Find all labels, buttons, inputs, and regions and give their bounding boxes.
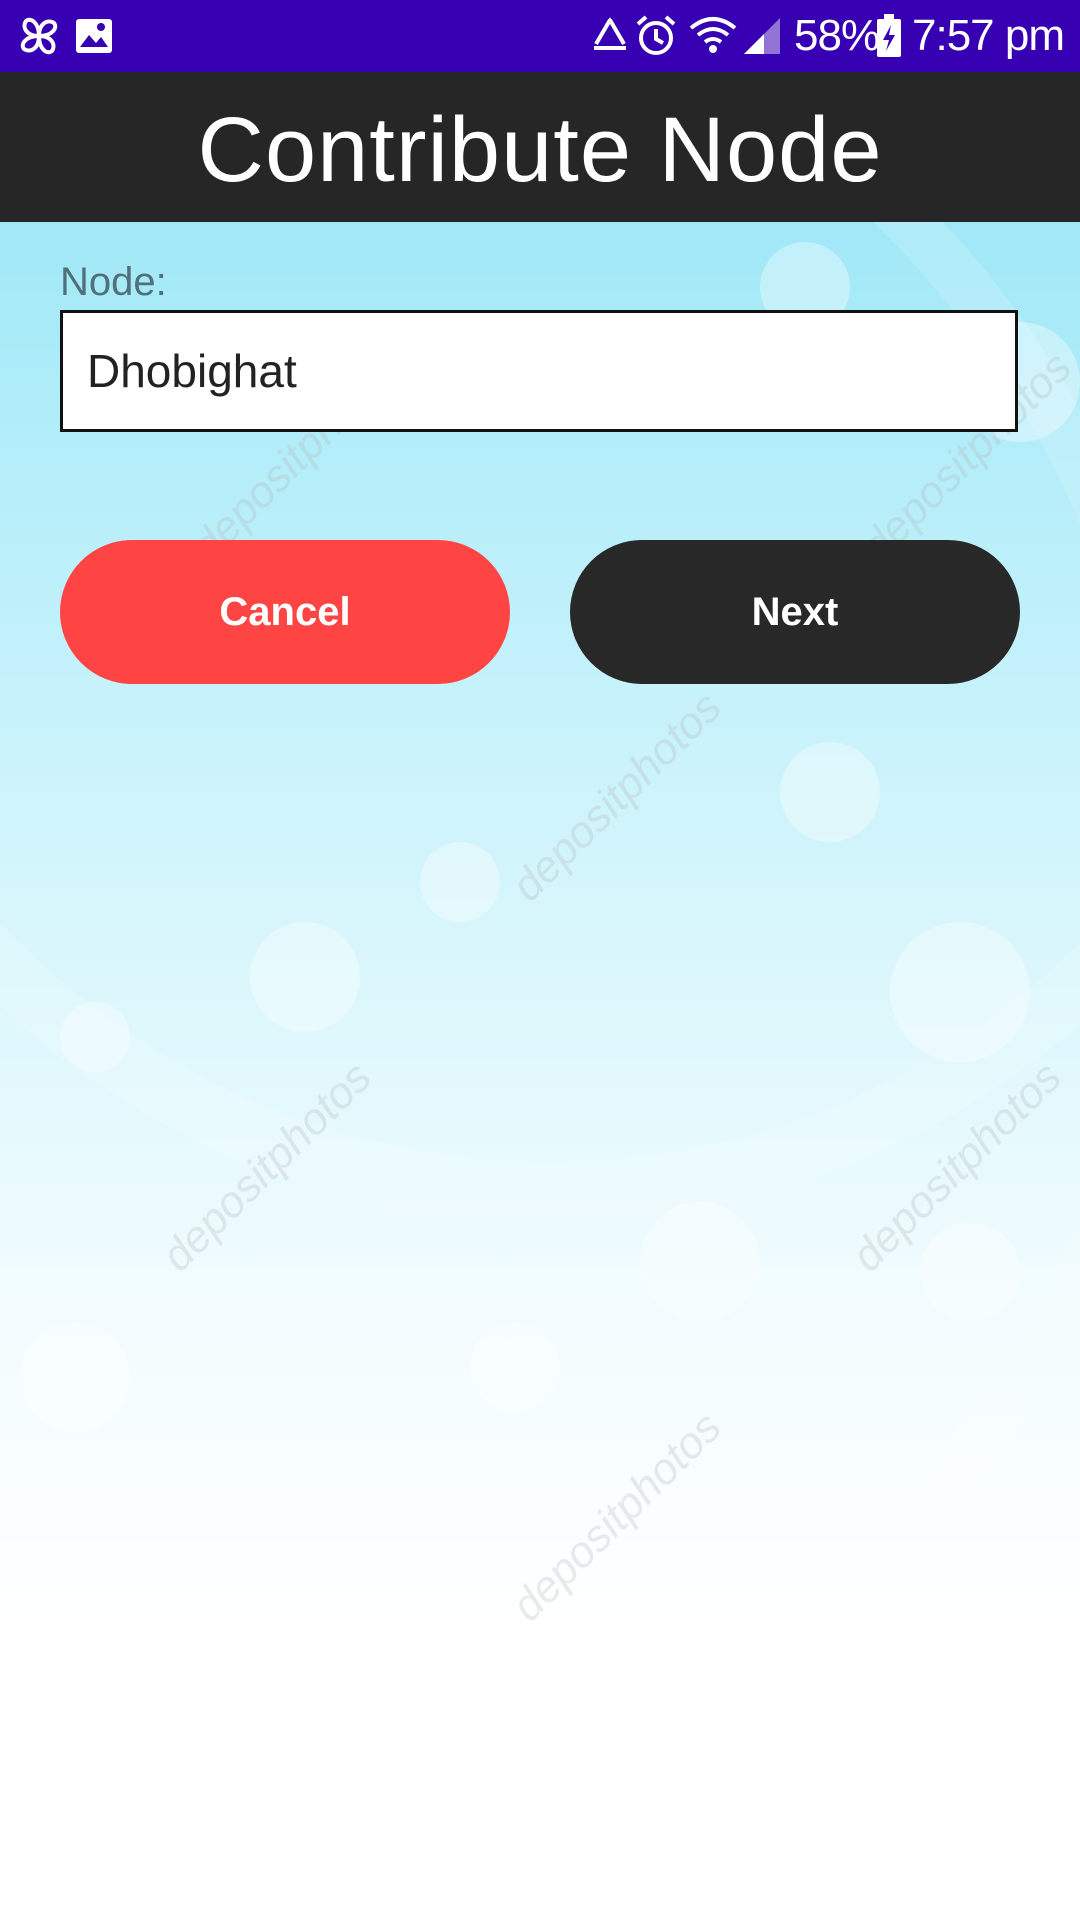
recycle-icon: [594, 17, 626, 50]
status-bar: 58% 7:57 pm: [0, 0, 1080, 72]
app-bar: Contribute Node: [0, 72, 1080, 222]
cancel-button[interactable]: Cancel: [60, 540, 510, 684]
signal-icon: [744, 18, 780, 54]
wifi-icon: [689, 17, 737, 53]
node-input[interactable]: [60, 310, 1018, 432]
node-label: Node:: [60, 260, 167, 304]
page-title: Contribute Node: [197, 99, 883, 201]
image-icon: [76, 19, 112, 53]
clock: 7:57 pm: [912, 11, 1065, 60]
next-button[interactable]: Next: [570, 540, 1020, 684]
background-image: depositphotos depositphotos depositphoto…: [0, 222, 1080, 1920]
alarm-icon: [636, 15, 676, 55]
battery-percent: 58%: [794, 11, 880, 60]
pinwheel-icon: [20, 17, 58, 55]
battery-charging-icon: [877, 14, 901, 57]
